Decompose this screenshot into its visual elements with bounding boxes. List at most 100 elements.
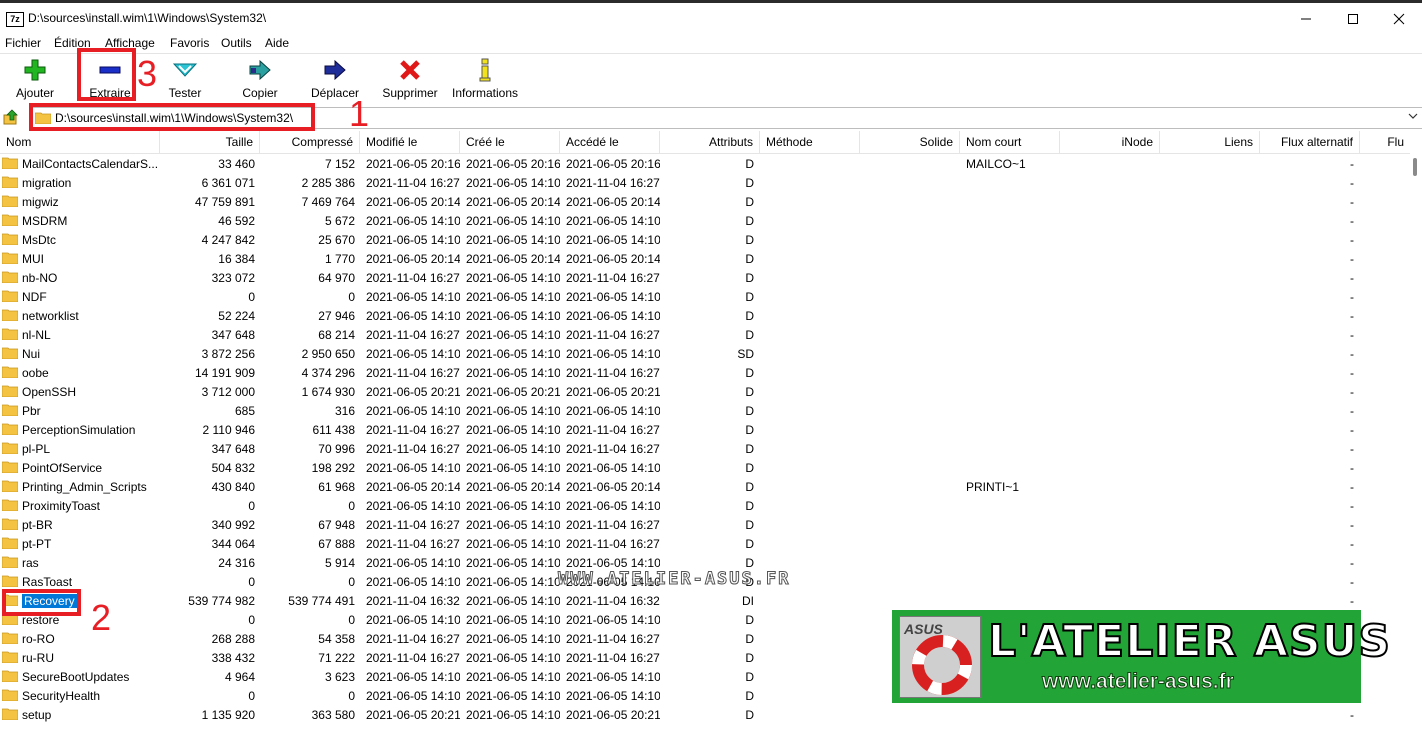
cell-name[interactable]: PerceptionSimulation <box>2 421 160 440</box>
cell-created: 2021-06-05 14:10 <box>466 651 560 665</box>
cell-name[interactable]: ProximityToast <box>2 497 160 516</box>
cell-name[interactable]: SecurityHealth <box>2 687 160 706</box>
menu-file[interactable]: Fichier <box>5 36 41 50</box>
table-row[interactable]: MUI 16 384 1 770 2021-06-05 20:14 2021-06-05… <box>0 250 1410 269</box>
col-accessed[interactable]: Accédé le <box>560 131 660 153</box>
cell-name[interactable]: ru-RU <box>2 649 160 668</box>
cell-size: 347 648 <box>211 328 255 342</box>
cell-name[interactable]: networklist <box>2 307 160 326</box>
cell-size: 340 992 <box>211 518 255 532</box>
table-row[interactable]: oobe 14 191 909 4 374 296 2021-11-04 16:27 2… <box>0 364 1410 383</box>
table-row[interactable]: pl-PL 347 648 70 996 2021-11-04 16:27 2021-0… <box>0 440 1410 459</box>
checkmark-icon <box>173 63 197 77</box>
cell-accessed: 2021-06-05 14:10 <box>566 613 660 627</box>
table-row[interactable]: Printing_Admin_Scripts 430 840 61 968 2021-… <box>0 478 1410 497</box>
table-row[interactable]: pt-PT 344 064 67 888 2021-11-04 16:27 2021-0… <box>0 535 1410 554</box>
col-name[interactable]: Nom <box>0 131 160 153</box>
cell-alt-streams: - <box>1350 252 1354 266</box>
cell-name[interactable]: pt-PT <box>2 535 160 554</box>
file-name: OpenSSH <box>22 385 77 399</box>
table-row[interactable]: nb-NO 323 072 64 970 2021-11-04 16:27 2021-0… <box>0 269 1410 288</box>
cell-name[interactable]: SecureBootUpdates <box>2 668 160 687</box>
table-row[interactable]: migwiz 47 759 891 7 469 764 2021-06-05 20:1… <box>0 193 1410 212</box>
menu-help[interactable]: Aide <box>265 36 289 50</box>
cell-modified: 2021-06-05 14:10 <box>366 214 460 228</box>
col-modified[interactable]: Modifié le <box>360 131 460 153</box>
table-row[interactable]: MSDRM 46 592 5 672 2021-06-05 14:10 2021-06-… <box>0 212 1410 231</box>
info-button[interactable]: Informations <box>450 58 520 102</box>
cell-size: 0 <box>248 290 255 304</box>
cell-name[interactable]: Nui <box>2 345 160 364</box>
cell-name[interactable]: MUI <box>2 250 160 269</box>
cell-name[interactable]: MsDtc <box>2 231 160 250</box>
file-name: PerceptionSimulation <box>22 423 136 437</box>
table-row[interactable]: ProximityToast 0 0 2021-06-05 14:10 2021-06-… <box>0 497 1410 516</box>
cell-name[interactable]: oobe <box>2 364 160 383</box>
menu-tools[interactable]: Outils <box>221 36 252 50</box>
col-packed[interactable]: Compressé <box>260 131 360 153</box>
cell-name[interactable]: nb-NO <box>2 269 160 288</box>
col-method[interactable]: Méthode <box>760 131 860 153</box>
menu-favorites[interactable]: Favoris <box>170 36 209 50</box>
close-icon <box>1393 13 1405 25</box>
add-button[interactable]: Ajouter <box>10 58 60 102</box>
table-row[interactable]: OpenSSH 3 712 000 1 674 930 2021-06-05 20:2… <box>0 383 1410 402</box>
table-row[interactable]: networklist 52 224 27 946 2021-06-05 14:10 2… <box>0 307 1410 326</box>
minimize-button[interactable] <box>1283 7 1329 31</box>
cell-name[interactable]: migwiz <box>2 193 160 212</box>
table-row[interactable]: Nui 3 872 256 2 950 650 2021-06-05 14:10 202… <box>0 345 1410 364</box>
col-short-name[interactable]: Nom court <box>960 131 1060 153</box>
cell-modified: 2021-11-04 16:27 <box>366 442 460 456</box>
table-row[interactable]: Pbr 685 316 2021-06-05 14:10 2021-06-05 14:1… <box>0 402 1410 421</box>
cell-size: 16 384 <box>218 252 255 266</box>
close-button[interactable] <box>1376 7 1422 31</box>
cell-name[interactable]: ro-RO <box>2 630 160 649</box>
vertical-scrollbar[interactable] <box>1410 155 1422 729</box>
table-row[interactable]: setup 1 135 920 363 580 2021-06-05 20:21 202… <box>0 706 1410 725</box>
col-solid[interactable]: Solide <box>860 131 960 153</box>
table-row[interactable]: migration 6 361 071 2 285 386 2021-11-04 16… <box>0 174 1410 193</box>
cell-name[interactable]: Pbr <box>2 402 160 421</box>
col-alt-streams[interactable]: Flux alternatif <box>1260 131 1360 153</box>
cell-name[interactable]: migration <box>2 174 160 193</box>
col-size[interactable]: Taille <box>160 131 260 153</box>
cell-name[interactable]: ras <box>2 554 160 573</box>
table-row[interactable]: nl-NL 347 648 68 214 2021-11-04 16:27 2021-0… <box>0 326 1410 345</box>
cell-name[interactable]: MailContactsCalendarS... <box>2 155 160 174</box>
folder-icon <box>2 176 18 188</box>
col-inode[interactable]: iNode <box>1060 131 1160 153</box>
cell-packed: 1 674 930 <box>301 385 355 399</box>
cell-alt-streams: - <box>1350 157 1354 171</box>
table-row[interactable]: Recovery 539 774 982 539 774 491 2021-11-04… <box>0 592 1410 611</box>
table-row[interactable]: pt-BR 340 992 67 948 2021-11-04 16:27 2021-0… <box>0 516 1410 535</box>
delete-button[interactable]: Supprimer <box>380 58 440 102</box>
cell-name[interactable]: nl-NL <box>2 326 160 345</box>
chevron-down-icon[interactable] <box>1408 111 1418 121</box>
copy-button[interactable]: Copier <box>235 58 285 102</box>
table-row[interactable]: PointOfService 504 832 198 292 2021-06-05 1… <box>0 459 1410 478</box>
test-button[interactable]: Tester <box>160 58 210 102</box>
col-created[interactable]: Créé le <box>460 131 560 153</box>
cell-name[interactable]: setup <box>2 706 160 725</box>
cell-name[interactable]: NDF <box>2 288 160 307</box>
cell-size: 52 224 <box>218 309 255 323</box>
col-attributes[interactable]: Attributs <box>660 131 760 153</box>
cell-name[interactable]: Printing_Admin_Scripts <box>2 478 160 497</box>
cell-name[interactable]: OpenSSH <box>2 383 160 402</box>
cell-modified: 2021-06-05 14:10 <box>366 233 460 247</box>
scrollbar-thumb[interactable] <box>1413 158 1417 176</box>
cell-name[interactable]: pt-BR <box>2 516 160 535</box>
table-row[interactable]: NDF 0 0 2021-06-05 14:10 2021-06-05 14:10 202… <box>0 288 1410 307</box>
col-more[interactable]: Flu <box>1360 131 1410 153</box>
cell-attributes: D <box>745 404 754 418</box>
table-row[interactable]: PerceptionSimulation 2 110 946 611 438 2021… <box>0 421 1410 440</box>
cell-name[interactable]: pl-PL <box>2 440 160 459</box>
col-links[interactable]: Liens <box>1160 131 1260 153</box>
table-row[interactable]: MailContactsCalendarS... 33 460 7 152 2021-… <box>0 155 1410 174</box>
cell-packed: 2 285 386 <box>301 176 355 190</box>
cell-name[interactable]: MSDRM <box>2 212 160 231</box>
folder-up-icon[interactable] <box>3 109 19 125</box>
table-row[interactable]: MsDtc 4 247 842 25 670 2021-06-05 14:10 2021… <box>0 231 1410 250</box>
maximize-button[interactable] <box>1330 7 1376 31</box>
cell-name[interactable]: PointOfService <box>2 459 160 478</box>
